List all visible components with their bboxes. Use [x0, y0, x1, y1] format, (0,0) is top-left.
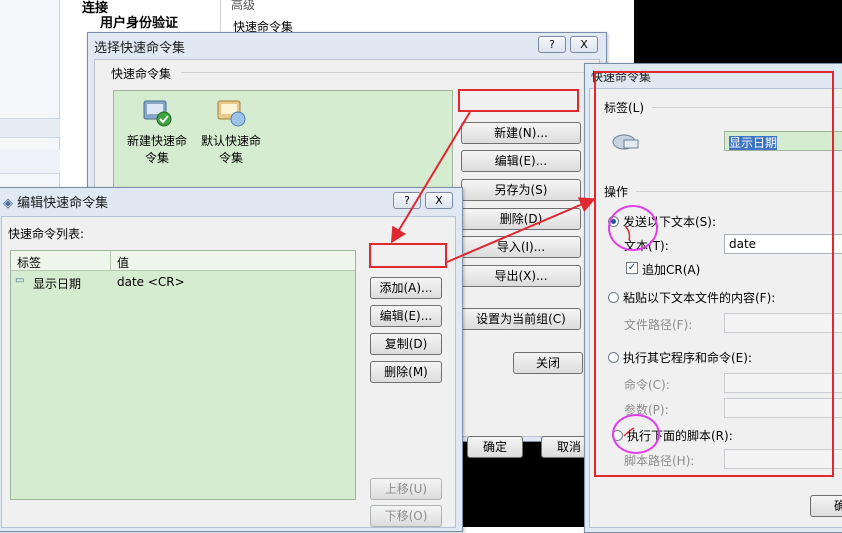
- arrow-add-to-command: [446, 197, 596, 263]
- annotation-tick-2: [623, 427, 635, 437]
- annotation-arrows: [390, 111, 635, 437]
- annotation-tick-1: [624, 225, 631, 241]
- arrow-new-to-edit: [390, 111, 471, 244]
